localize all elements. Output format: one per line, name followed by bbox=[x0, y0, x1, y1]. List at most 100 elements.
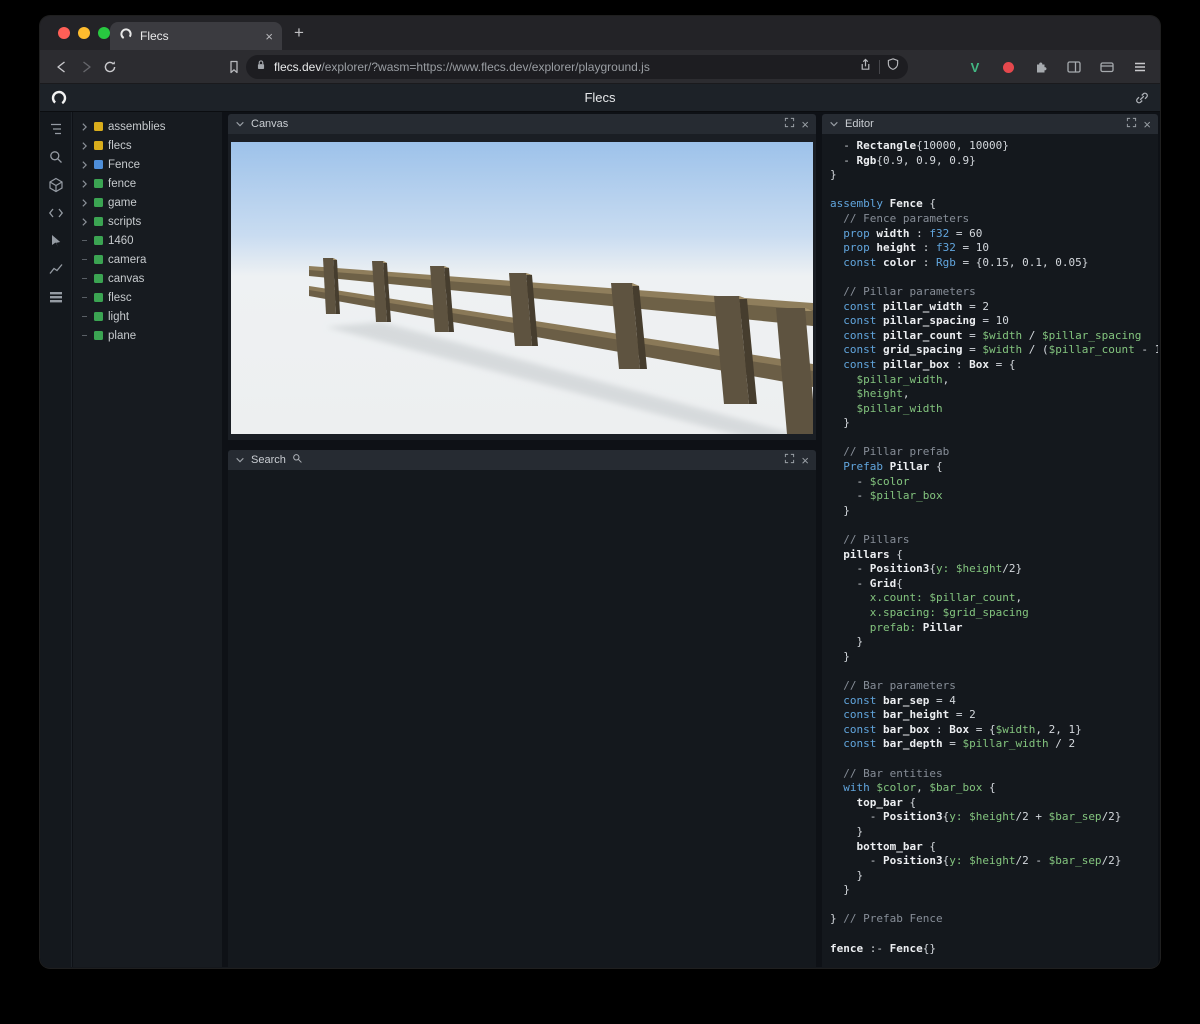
editor-panel-header[interactable]: Editor × bbox=[822, 114, 1158, 134]
entity-square-icon bbox=[94, 255, 103, 264]
code-line: // Bar entities bbox=[830, 766, 943, 780]
code-line: } bbox=[830, 649, 850, 663]
browser-tab[interactable]: Flecs × bbox=[110, 22, 282, 50]
tree-item-game[interactable]: game bbox=[73, 193, 222, 212]
chevron-right-icon[interactable] bbox=[80, 160, 89, 170]
flecs-logo-icon bbox=[50, 89, 68, 112]
tree-item-flecs[interactable]: flecs bbox=[73, 136, 222, 155]
panel-title: Canvas bbox=[251, 118, 289, 130]
tree-item-label: light bbox=[108, 310, 130, 323]
close-panel-icon[interactable]: × bbox=[801, 454, 809, 467]
chevron-down-icon[interactable] bbox=[235, 115, 245, 133]
code-line: const pillar_count = $width / $pillar_sp… bbox=[843, 328, 1142, 342]
tree-item-flesc[interactable]: flesc bbox=[73, 288, 222, 307]
search-panel-header[interactable]: Search × bbox=[228, 450, 816, 470]
url-text: flecs.dev/explorer/?wasm=https://www.fle… bbox=[274, 60, 852, 74]
code-line: - $pillar_box bbox=[830, 489, 943, 503]
code-line: $pillar_width bbox=[856, 401, 943, 415]
tree-item-camera[interactable]: camera bbox=[73, 250, 222, 269]
browser-window: Flecs × + flecs.dev/explorer/?wasm=https… bbox=[40, 16, 1160, 968]
code-line: } bbox=[830, 416, 850, 430]
chevron-right-icon[interactable] bbox=[80, 179, 89, 189]
new-tab-button[interactable]: + bbox=[294, 23, 304, 42]
module-square-icon bbox=[94, 141, 103, 150]
entity-square-icon bbox=[94, 312, 103, 321]
search-results-area[interactable] bbox=[228, 470, 816, 967]
reload-button[interactable] bbox=[98, 55, 122, 79]
close-window-button[interactable] bbox=[58, 27, 70, 39]
zoom-window-button[interactable] bbox=[98, 27, 110, 39]
tree-item-Fence[interactable]: Fence bbox=[73, 155, 222, 174]
close-panel-icon[interactable]: × bbox=[1143, 118, 1151, 131]
chevron-down-icon[interactable] bbox=[235, 451, 245, 469]
list-icon[interactable] bbox=[47, 288, 65, 306]
extensions-puzzle-icon[interactable] bbox=[1031, 57, 1051, 77]
chevron-right-icon[interactable] bbox=[80, 198, 89, 208]
app-title: Flecs bbox=[584, 90, 616, 105]
extension-record-icon[interactable] bbox=[998, 57, 1018, 77]
code-line: fence :- Fence{} bbox=[830, 941, 936, 955]
tab-close-icon[interactable]: × bbox=[265, 30, 273, 43]
sidebar-toggle-icon[interactable] bbox=[1064, 57, 1084, 77]
expand-panel-icon[interactable] bbox=[1126, 115, 1137, 133]
share-link-icon[interactable] bbox=[1134, 90, 1150, 111]
search-icon[interactable] bbox=[47, 148, 65, 166]
tree-item-plane[interactable]: plane bbox=[73, 326, 222, 345]
app-header: Flecs bbox=[40, 84, 1160, 112]
entities-icon[interactable] bbox=[47, 176, 65, 194]
chevron-right-icon[interactable] bbox=[80, 122, 89, 132]
expand-panel-icon[interactable] bbox=[784, 115, 795, 133]
entity-square-icon bbox=[94, 331, 103, 340]
canvas-panel-header[interactable]: Canvas × bbox=[228, 114, 816, 134]
tree-item-label: 1460 bbox=[108, 234, 134, 247]
share-icon[interactable] bbox=[858, 57, 873, 77]
bookmark-icon[interactable] bbox=[222, 55, 246, 79]
tree-item-label: game bbox=[108, 196, 137, 209]
tree-item-scripts[interactable]: scripts bbox=[73, 212, 222, 231]
inspect-icon[interactable] bbox=[47, 232, 65, 250]
canvas-3d-view[interactable] bbox=[231, 142, 813, 434]
stats-icon[interactable] bbox=[47, 260, 65, 278]
tree-item-light[interactable]: light bbox=[73, 307, 222, 326]
code-line: } bbox=[830, 168, 837, 182]
brave-shield-icon[interactable] bbox=[886, 57, 900, 77]
menu-icon[interactable] bbox=[1130, 57, 1150, 77]
tree-item-assemblies[interactable]: assemblies bbox=[73, 117, 222, 136]
tree-item-canvas[interactable]: canvas bbox=[73, 269, 222, 288]
url-bar[interactable]: flecs.dev/explorer/?wasm=https://www.fle… bbox=[246, 55, 908, 79]
url-path: /explorer/?wasm=https://www.flecs.dev/ex… bbox=[321, 60, 650, 74]
code-icon[interactable] bbox=[47, 204, 65, 222]
chevron-down-icon[interactable] bbox=[829, 115, 839, 133]
chevron-right-icon[interactable] bbox=[80, 141, 89, 151]
code-line: bottom_bar { bbox=[856, 839, 936, 853]
tab-title: Flecs bbox=[140, 29, 169, 43]
code-line: - Grid{ bbox=[830, 576, 903, 590]
search-panel: Search × bbox=[228, 450, 816, 967]
code-line: top_bar { bbox=[856, 795, 917, 809]
tree-icon[interactable] bbox=[47, 120, 65, 138]
flecs-explorer-app: Flecs assemblies flecs Fence fence game scrip… bbox=[40, 84, 1160, 967]
editor-code[interactable]: - Rectangle{10000, 10000} - Rgb{0.9, 0.9… bbox=[822, 134, 1158, 967]
chevron-right-icon[interactable] bbox=[80, 217, 89, 227]
entity-square-icon bbox=[94, 217, 103, 226]
code-line: } bbox=[830, 503, 850, 517]
extension-vue-icon[interactable]: V bbox=[965, 57, 985, 77]
code-line: - Position3{y: $height/2 - $bar_sep/2} bbox=[830, 854, 1122, 868]
tab-strip: Flecs × + bbox=[40, 16, 1160, 50]
code-line: $height, bbox=[856, 387, 910, 401]
panel-title: Search bbox=[251, 454, 286, 466]
expand-panel-icon[interactable] bbox=[784, 451, 795, 469]
tree-item-1460[interactable]: 1460 bbox=[73, 231, 222, 250]
forward-button[interactable] bbox=[74, 55, 98, 79]
back-button[interactable] bbox=[50, 55, 74, 79]
close-panel-icon[interactable]: × bbox=[801, 118, 809, 131]
tree-item-fence[interactable]: fence bbox=[73, 174, 222, 193]
minimize-window-button[interactable] bbox=[78, 27, 90, 39]
wallet-icon[interactable] bbox=[1097, 57, 1117, 77]
tree-item-label: camera bbox=[108, 253, 147, 266]
entity-square-icon bbox=[94, 293, 103, 302]
